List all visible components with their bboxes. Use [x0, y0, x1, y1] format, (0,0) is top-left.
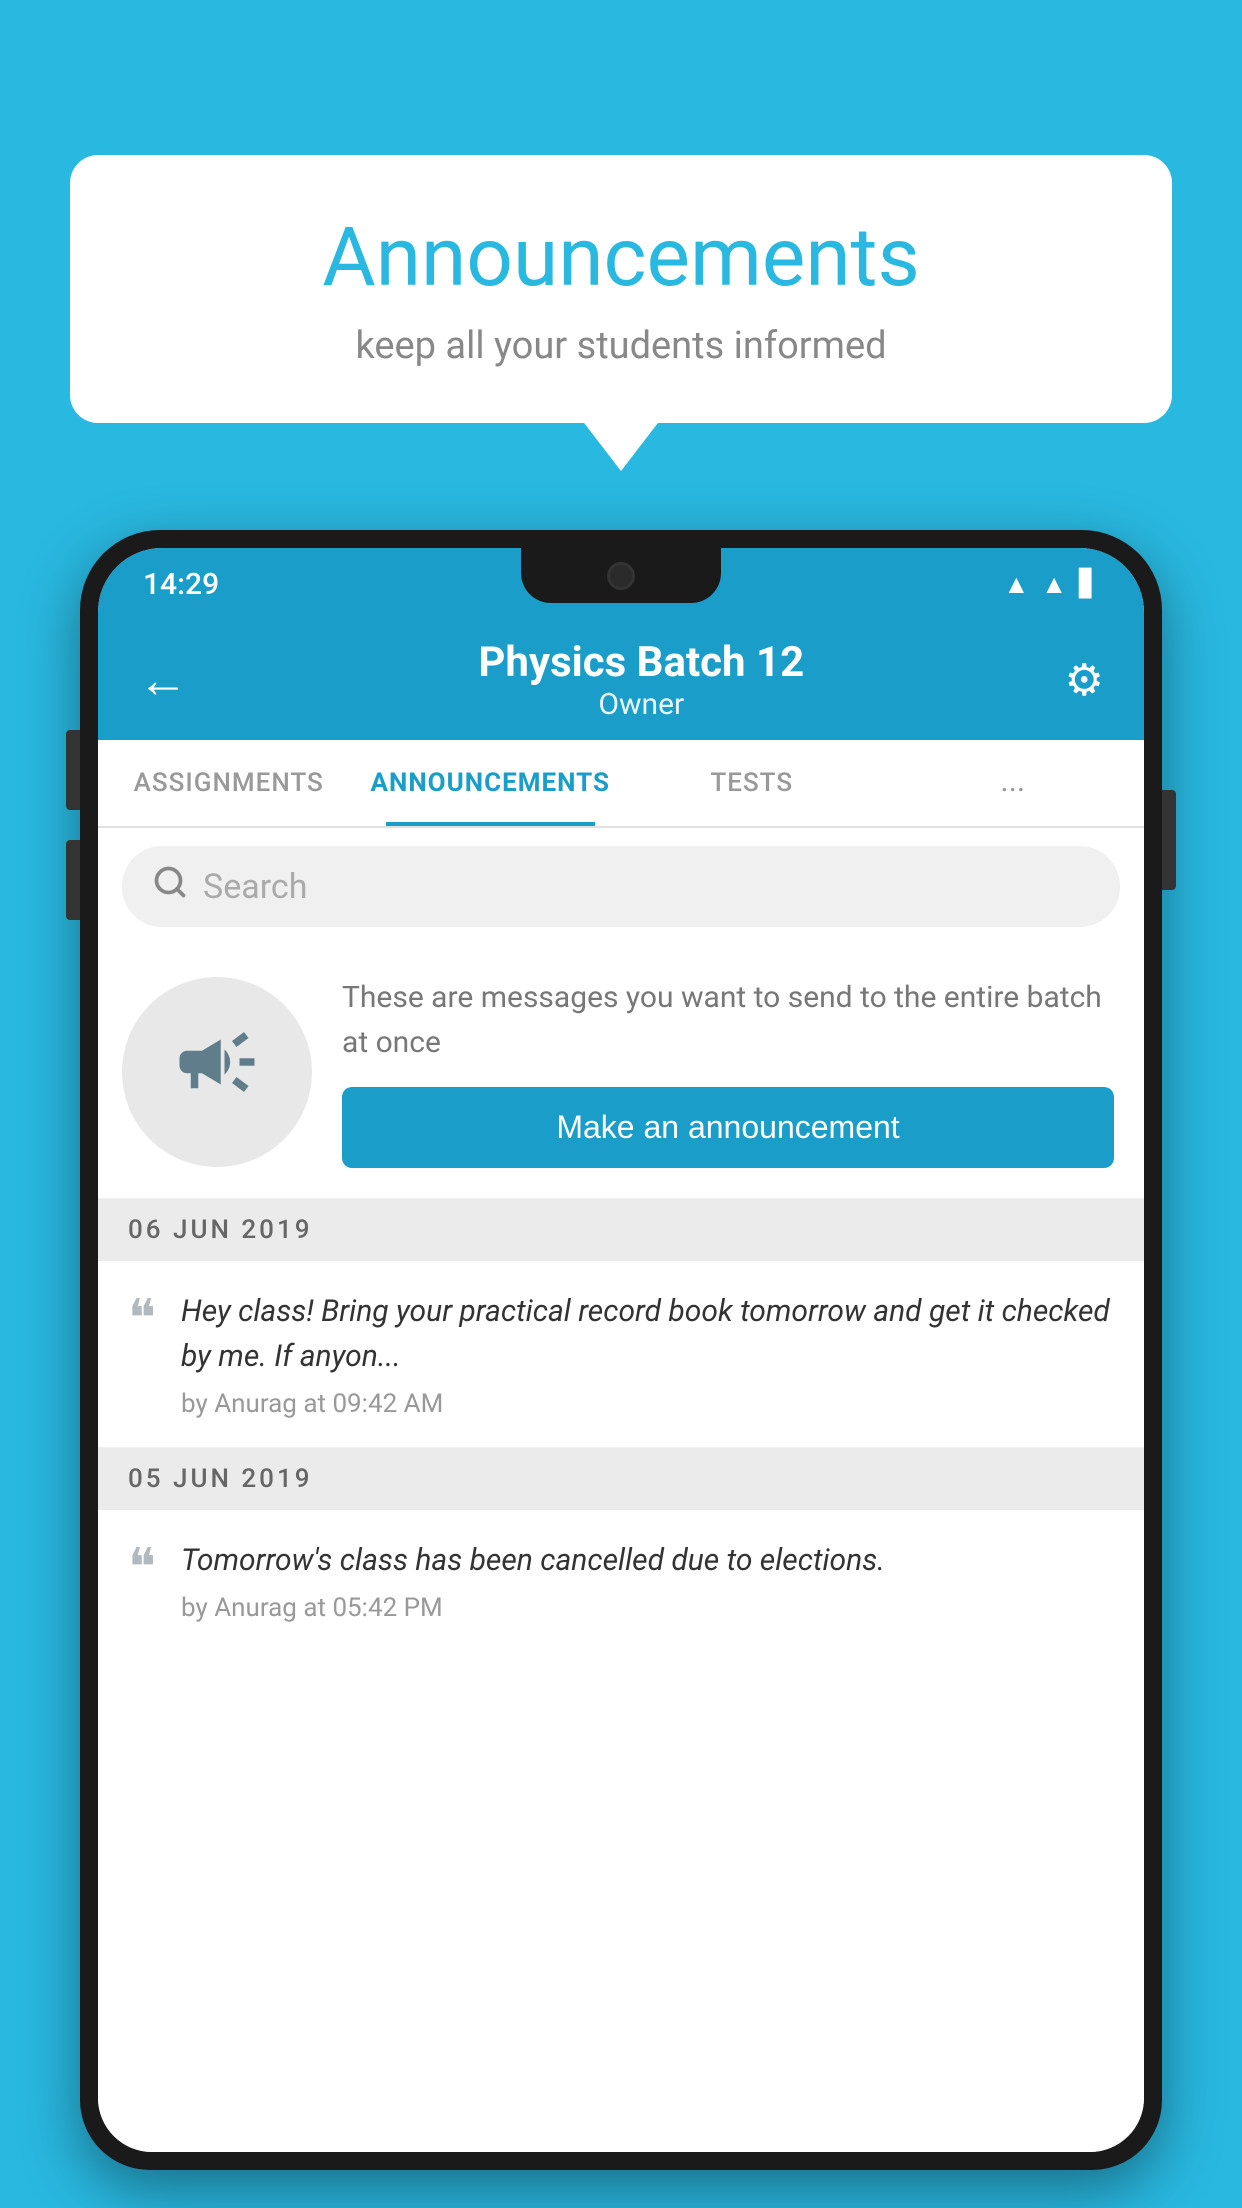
announcement-item-1[interactable]: ❝ Hey class! Bring your practical record…	[98, 1261, 1144, 1448]
speech-bubble: Announcements keep all your students inf…	[70, 155, 1172, 423]
tabs-bar: ASSIGNMENTS ANNOUNCEMENTS TESTS ...	[98, 740, 1144, 828]
wifi-icon: ▲	[1004, 569, 1030, 600]
quote-icon-2: ❝	[128, 1543, 156, 1595]
app-bar-title-section: Physics Batch 12 Owner	[218, 638, 1065, 722]
announcement-item-2[interactable]: ❝ Tomorrow's class has been cancelled du…	[98, 1510, 1144, 1651]
announcement-content-2: Tomorrow's class has been cancelled due …	[181, 1538, 1114, 1623]
front-camera	[607, 562, 635, 590]
app-bar: ← Physics Batch 12 Owner ⚙	[98, 620, 1144, 740]
promo-section: These are messages you want to send to t…	[98, 945, 1144, 1199]
speech-bubble-subtitle: keep all your students informed	[130, 324, 1112, 368]
power-button	[1162, 790, 1176, 890]
signal-icon: ▲	[1041, 569, 1067, 600]
battery-icon: ▋	[1079, 569, 1099, 599]
announcement-meta-1: by Anurag at 09:42 AM	[181, 1389, 1114, 1419]
app-bar-subtitle: Owner	[218, 687, 1065, 722]
settings-button[interactable]: ⚙	[1065, 654, 1104, 706]
promo-icon-circle	[122, 977, 312, 1167]
date-separator-1: 06 JUN 2019	[98, 1199, 1144, 1261]
status-time: 14:29	[143, 567, 219, 602]
tab-assignments[interactable]: ASSIGNMENTS	[98, 740, 360, 826]
speech-bubble-container: Announcements keep all your students inf…	[70, 155, 1172, 423]
announcement-content-1: Hey class! Bring your practical record b…	[181, 1289, 1114, 1419]
announcement-text-2: Tomorrow's class has been cancelled due …	[181, 1538, 1114, 1583]
search-placeholder-text: Search	[203, 867, 307, 907]
promo-right: These are messages you want to send to t…	[342, 975, 1114, 1168]
make-announcement-button[interactable]: Make an announcement	[342, 1087, 1114, 1168]
promo-text: These are messages you want to send to t…	[342, 975, 1114, 1065]
tab-more[interactable]: ...	[883, 740, 1145, 826]
tab-tests[interactable]: TESTS	[621, 740, 883, 826]
app-bar-title: Physics Batch 12	[218, 638, 1065, 687]
content-area: Search These are messages you want to se…	[98, 828, 1144, 2152]
announcement-text-1: Hey class! Bring your practical record b…	[181, 1289, 1114, 1379]
phone-outer: 14:29 ▲ ▲ ▋ ← Physics Batch 12 Owner ⚙	[80, 530, 1162, 2170]
quote-icon-1: ❝	[128, 1294, 156, 1346]
announcement-icon	[172, 1017, 262, 1127]
speech-bubble-title: Announcements	[130, 210, 1112, 306]
search-bar: Search	[98, 828, 1144, 945]
back-button[interactable]: ←	[138, 651, 188, 710]
search-input-wrap[interactable]: Search	[122, 846, 1120, 927]
volume-down-button	[66, 840, 80, 920]
status-icons: ▲ ▲ ▋	[1004, 569, 1099, 600]
tab-announcements[interactable]: ANNOUNCEMENTS	[360, 740, 622, 826]
volume-up-button	[66, 730, 80, 810]
search-icon	[152, 864, 188, 909]
phone-notch	[521, 548, 721, 603]
announcement-meta-2: by Anurag at 05:42 PM	[181, 1593, 1114, 1623]
date-separator-2: 05 JUN 2019	[98, 1448, 1144, 1510]
phone-screen: 14:29 ▲ ▲ ▋ ← Physics Batch 12 Owner ⚙	[98, 548, 1144, 2152]
phone-mockup: 14:29 ▲ ▲ ▋ ← Physics Batch 12 Owner ⚙	[80, 530, 1162, 2208]
